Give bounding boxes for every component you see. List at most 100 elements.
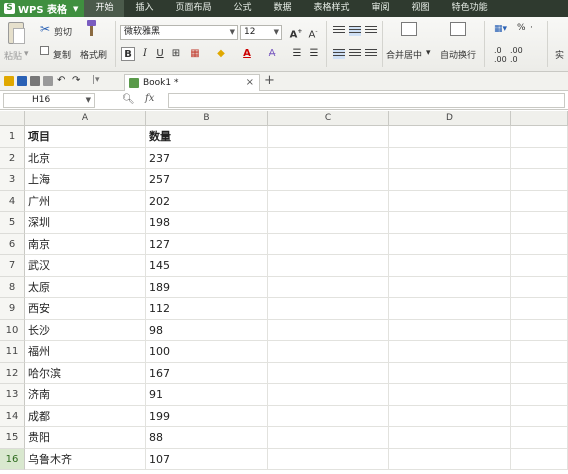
row-header[interactable]: 4 — [0, 190, 25, 212]
row-header[interactable]: 11 — [0, 341, 25, 363]
table-cell[interactable]: 202 — [146, 190, 268, 212]
open-folder-icon[interactable] — [4, 76, 14, 86]
increase-decimal-icon[interactable]: .0.00 — [494, 46, 507, 64]
border-icon[interactable]: ⊞ — [169, 47, 183, 61]
column-header-d[interactable]: D — [389, 111, 511, 126]
align-center-icon[interactable] — [349, 49, 361, 59]
fill-style-icon[interactable]: ▦ — [188, 47, 202, 61]
table-cell[interactable]: 167 — [146, 362, 268, 384]
table-cell[interactable] — [268, 405, 389, 427]
table-cell[interactable] — [389, 319, 511, 341]
decrease-decimal-icon[interactable]: .00.0 — [510, 46, 523, 64]
align-top-icon[interactable] — [333, 26, 345, 36]
underline-icon[interactable]: U — [153, 47, 167, 61]
row-header[interactable]: 13 — [0, 384, 25, 406]
table-cell[interactable] — [389, 147, 511, 169]
indent-increase-icon[interactable]: ☰ — [307, 47, 321, 61]
font-name-select[interactable]: 微软雅黑 ▼ — [120, 25, 238, 40]
name-box[interactable]: H16 ▼ — [3, 93, 95, 108]
menu-tab[interactable]: 插入 — [124, 0, 164, 17]
table-cell[interactable] — [268, 212, 389, 234]
row-header[interactable]: 6 — [0, 233, 25, 255]
close-icon[interactable]: × — [246, 75, 254, 91]
table-cell[interactable]: 数量 — [146, 126, 268, 148]
table-cell[interactable] — [511, 405, 568, 427]
menu-tab[interactable]: 公式 — [222, 0, 262, 17]
merge-center-button[interactable]: 合并居中 — [386, 48, 422, 61]
font-color-icon[interactable]: A — [240, 47, 254, 61]
table-cell[interactable] — [511, 233, 568, 255]
customize-toolbar-icon[interactable]: |▾ — [92, 75, 100, 85]
table-cell[interactable]: 成都 — [25, 405, 146, 427]
comma-style-icon[interactable]: · — [530, 23, 533, 33]
table-cell[interactable] — [389, 341, 511, 363]
row-header[interactable]: 9 — [0, 298, 25, 320]
table-cell[interactable]: 88 — [146, 427, 268, 449]
copy-icon[interactable] — [40, 46, 49, 55]
table-cell[interactable] — [389, 233, 511, 255]
row-header[interactable]: 5 — [0, 212, 25, 234]
row-header[interactable]: 10 — [0, 319, 25, 341]
table-cell[interactable]: 济南 — [25, 384, 146, 406]
table-cell[interactable]: 199 — [146, 405, 268, 427]
percent-button[interactable]: % — [517, 23, 526, 33]
table-cell[interactable] — [268, 319, 389, 341]
select-all-corner[interactable] — [0, 111, 25, 126]
table-cell[interactable]: 237 — [146, 147, 268, 169]
table-cell[interactable] — [268, 169, 389, 191]
redo-icon[interactable]: ↷ — [72, 75, 80, 86]
italic-icon[interactable]: I — [138, 47, 152, 61]
table-cell[interactable] — [389, 169, 511, 191]
table-cell[interactable] — [511, 190, 568, 212]
table-cell[interactable] — [511, 448, 568, 470]
table-cell[interactable]: 189 — [146, 276, 268, 298]
table-cell[interactable] — [268, 255, 389, 277]
table-cell[interactable] — [389, 212, 511, 234]
table-cell[interactable]: 145 — [146, 255, 268, 277]
table-cell[interactable]: 91 — [146, 384, 268, 406]
table-cell[interactable] — [268, 341, 389, 363]
table-cell[interactable]: 乌鲁木齐 — [25, 448, 146, 470]
format-painter-button[interactable]: 格式刷 — [80, 48, 107, 61]
row-header[interactable]: 8 — [0, 276, 25, 298]
fx-icon[interactable]: fx — [145, 93, 154, 104]
table-cell[interactable]: 广州 — [25, 190, 146, 212]
row-header[interactable]: 3 — [0, 169, 25, 191]
table-cell[interactable] — [511, 126, 568, 148]
table-cell[interactable]: 福州 — [25, 341, 146, 363]
table-cell[interactable] — [511, 255, 568, 277]
table-cell[interactable]: 112 — [146, 298, 268, 320]
table-cell[interactable] — [511, 298, 568, 320]
row-header[interactable]: 12 — [0, 362, 25, 384]
table-cell[interactable] — [511, 212, 568, 234]
menu-tab[interactable]: 审阅 — [361, 0, 401, 17]
table-cell[interactable] — [511, 341, 568, 363]
align-right-icon[interactable] — [365, 49, 377, 59]
format-painter-icon[interactable] — [84, 20, 98, 38]
align-left-icon[interactable] — [333, 49, 345, 59]
save-icon[interactable] — [17, 76, 27, 86]
paste-button[interactable]: 粘贴 — [4, 49, 22, 62]
new-tab-plus-icon[interactable]: + — [264, 73, 275, 88]
document-tab[interactable]: Book1 * × — [124, 74, 260, 91]
ribbon-truncated-button[interactable]: 实 — [555, 48, 564, 61]
scissors-icon[interactable]: ✂ — [40, 22, 50, 36]
print-preview-icon[interactable] — [43, 76, 53, 86]
table-cell[interactable] — [511, 276, 568, 298]
clear-format-icon[interactable]: A̶ — [265, 47, 279, 61]
table-cell[interactable] — [268, 233, 389, 255]
undo-icon[interactable]: ↶ — [57, 75, 65, 86]
cut-button[interactable]: 剪切 — [54, 25, 72, 38]
table-cell[interactable] — [389, 298, 511, 320]
table-cell[interactable] — [268, 276, 389, 298]
paste-icon[interactable] — [8, 22, 25, 44]
column-header-e[interactable] — [511, 111, 568, 126]
table-cell[interactable]: 西安 — [25, 298, 146, 320]
merge-center-icon[interactable] — [401, 22, 417, 36]
column-header-a[interactable]: A — [25, 111, 146, 126]
table-cell[interactable] — [268, 384, 389, 406]
table-cell[interactable]: 长沙 — [25, 319, 146, 341]
menu-tab[interactable]: 开始 — [84, 0, 125, 17]
table-cell[interactable]: 127 — [146, 233, 268, 255]
table-cell[interactable]: 深圳 — [25, 212, 146, 234]
